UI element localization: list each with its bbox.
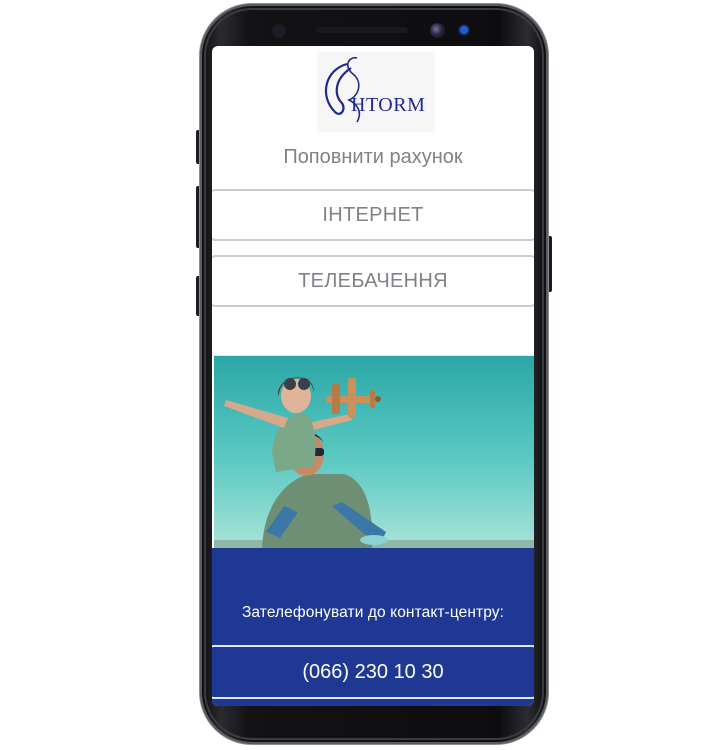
earpiece-speaker [316, 27, 408, 33]
tv-button[interactable]: ТЕЛЕБАЧЕННЯ [212, 255, 534, 307]
page-title: Поповнити рахунок [283, 146, 463, 168]
contact-section: Зателефонувати до контакт-центру: (066) … [212, 548, 534, 706]
contact-label: Зателефонувати до контакт-центру: [241, 604, 505, 621]
shtorm-logo[interactable]: HTORM [317, 52, 435, 132]
phone-screen: HTORM Поповнити рахунок ІНТЕРНЕТ ТЕЛЕБАЧ… [212, 46, 534, 706]
logo-wordmark: HTORM [351, 94, 426, 116]
front-camera-icon [430, 23, 445, 38]
internet-button[interactable]: ІНТЕРНЕТ [212, 189, 534, 241]
call-button[interactable]: (066) 230 10 30 [212, 645, 534, 699]
hero-image [214, 356, 534, 548]
iris-scanner-icon [460, 26, 468, 34]
proximity-sensor [272, 24, 286, 38]
logo-swirl-icon [325, 56, 361, 123]
